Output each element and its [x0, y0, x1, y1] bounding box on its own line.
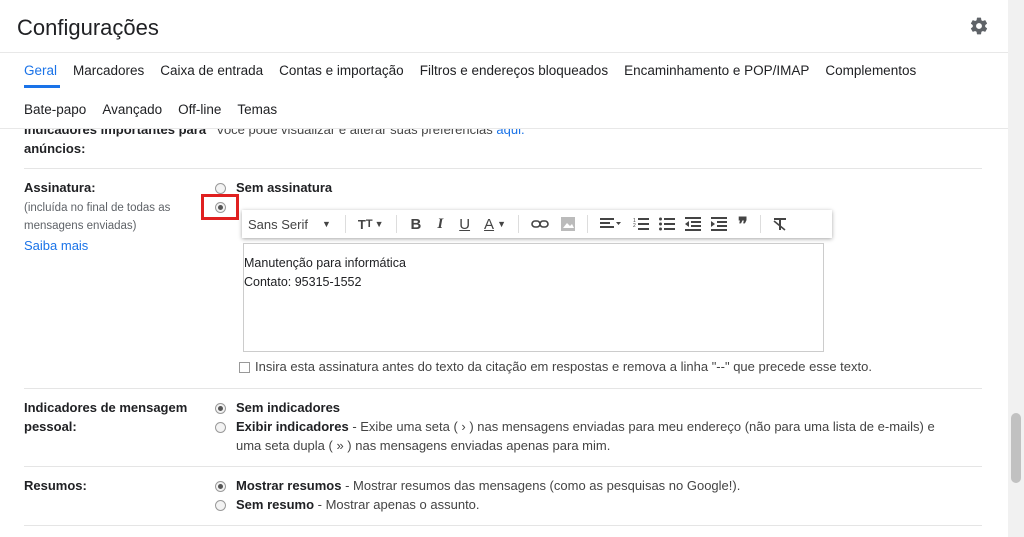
numbered-list-icon[interactable]: 12 [628, 212, 654, 236]
toolbar-divider [395, 215, 397, 233]
settings-header: Configurações [0, 0, 1008, 53]
text-color-icon[interactable]: A ▼ [478, 212, 512, 236]
toolbar-divider [344, 215, 346, 233]
show-indicators-text2: uma seta dupla ( » ) nas mensagens envia… [236, 438, 611, 453]
show-snippets-label: Mostrar resumos - Mostrar resumos das me… [236, 478, 741, 493]
quote-icon[interactable]: ❞ [732, 212, 754, 236]
indent-more-icon[interactable] [706, 212, 732, 236]
bold-icon[interactable]: B [403, 212, 430, 236]
highlight-box [201, 194, 239, 220]
signature-placement-checkbox[interactable] [239, 362, 250, 373]
tab-caixa-de-entrada[interactable]: Caixa de entrada [160, 63, 263, 83]
toolbar-divider [759, 215, 761, 233]
signature-label: Assinatura: [24, 180, 96, 195]
checkbox-label: Insira esta assinatura antes do texto da… [255, 359, 872, 374]
signature-toolbar: Sans Serif ▼ T T ▼ B I U A ▼ 12 ❞ [242, 210, 832, 238]
partial-section: Indicadores importantes para anúncios: V… [0, 129, 1008, 169]
personal-indicators-label-line1: Indicadores de mensagem [24, 400, 188, 415]
personal-indicators-label-line2: pessoal: [24, 419, 77, 434]
radio-no-indicators[interactable] [215, 403, 226, 414]
scrollbar-thumb[interactable] [1011, 413, 1021, 483]
tab-bate-papo[interactable]: Bate-papo [24, 102, 86, 122]
toolbar-divider [517, 215, 519, 233]
chevron-down-icon: ▼ [321, 219, 331, 229]
partial-label-line2: anúncios: [24, 141, 86, 156]
radio-show-snippets[interactable] [215, 481, 226, 492]
underline-icon[interactable]: U [451, 212, 478, 236]
signature-sub-line1: (incluída no final de todas as [24, 202, 171, 214]
bulleted-list-icon[interactable] [654, 212, 680, 236]
no-indicators-label: Sem indicadores [236, 400, 341, 415]
signature-editor[interactable]: Manutenção para informática Contato: 953… [243, 243, 824, 352]
tab-avancado[interactable]: Avançado [102, 102, 162, 122]
radio-no-signature[interactable] [215, 183, 226, 194]
show-indicators-label: Exibir indicadores - Exibe uma seta ( › … [236, 419, 935, 434]
gear-icon[interactable] [969, 16, 989, 36]
partial-link[interactable]: aqui. [496, 129, 524, 137]
signature-sub-line2: mensagens enviadas) [24, 220, 137, 232]
indent-less-icon[interactable] [680, 212, 706, 236]
tab-contas-e-importacao[interactable]: Contas e importação [279, 63, 404, 83]
tabs-row-1: Geral Marcadores Caixa de entrada Contas… [24, 63, 916, 83]
text-size-icon[interactable]: T T ▼ [352, 212, 390, 236]
remove-formatting-icon[interactable] [767, 212, 793, 236]
editor-line: Manutenção para informática [244, 256, 406, 270]
tab-encaminhamento[interactable]: Encaminhamento e POP/IMAP [624, 63, 809, 83]
no-snippets-label: Sem resumo - Mostrar apenas o assunto. [236, 497, 480, 512]
tab-filtros[interactable]: Filtros e endereços bloqueados [420, 63, 608, 83]
link-icon[interactable] [525, 212, 555, 236]
tab-off-line[interactable]: Off-line [178, 102, 221, 122]
section-divider [24, 525, 982, 526]
partial-text: Você pode visualizar e alterar suas pref… [216, 129, 525, 137]
toolbar-divider [586, 215, 588, 233]
section-divider [24, 168, 982, 169]
image-icon[interactable] [555, 212, 581, 236]
editor-line: Contato: 95315-1552 [244, 275, 362, 289]
font-select[interactable]: Sans Serif ▼ [242, 212, 339, 236]
radio-no-snippets[interactable] [215, 500, 226, 511]
partial-label-line1: Indicadores importantes para [24, 129, 207, 137]
tabs-row-2: Bate-papo Avançado Off-line Temas [24, 102, 277, 122]
tab-complementos[interactable]: Complementos [825, 63, 916, 83]
section-divider [24, 388, 982, 389]
tab-geral[interactable]: Geral [24, 63, 57, 83]
active-tab-indicator [24, 85, 60, 88]
svg-text:2: 2 [633, 223, 636, 229]
page-title: Configurações [17, 15, 159, 40]
snippets-label: Resumos: [24, 478, 87, 493]
radio-show-indicators[interactable] [215, 422, 226, 433]
tab-temas[interactable]: Temas [237, 102, 277, 122]
tab-marcadores[interactable]: Marcadores [73, 63, 144, 83]
learn-more-link[interactable]: Saiba mais [24, 238, 88, 253]
align-icon[interactable] [594, 212, 628, 236]
italic-icon[interactable]: I [429, 212, 451, 236]
no-signature-label: Sem assinatura [236, 180, 333, 195]
section-divider [24, 466, 982, 467]
